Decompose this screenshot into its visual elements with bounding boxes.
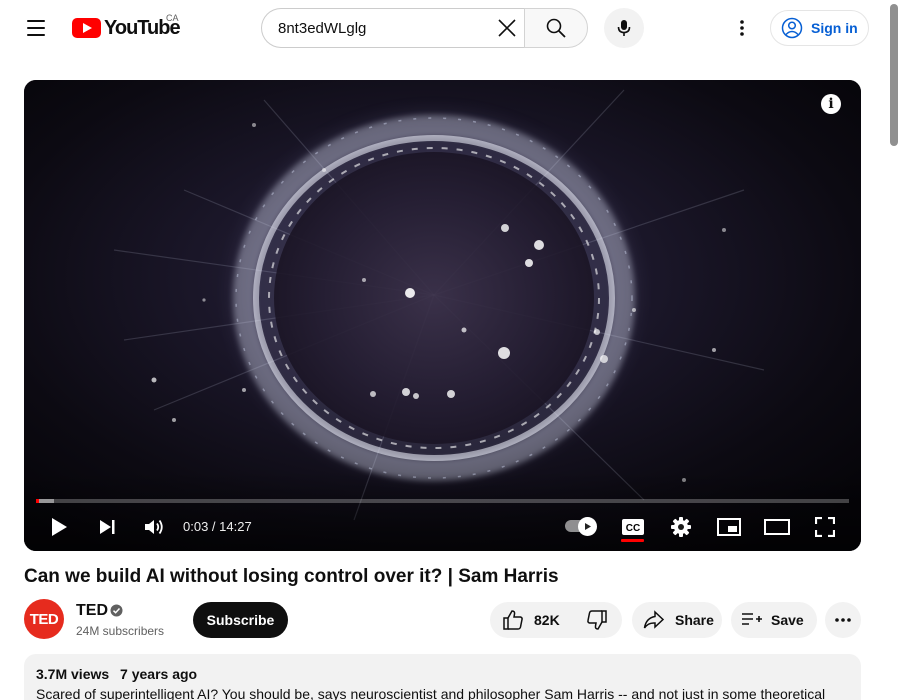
- share-icon: [643, 610, 665, 629]
- dislike-icon: [586, 610, 607, 630]
- description-text: Scared of superintelligent AI? You shoul…: [36, 686, 826, 700]
- save-icon: [742, 613, 762, 625]
- settings-icon: [671, 517, 691, 537]
- theater-mode-button[interactable]: [761, 512, 793, 542]
- more-vert-icon: [740, 20, 744, 36]
- autoplay-icon[interactable]: [578, 517, 597, 536]
- time-display: 0:03 / 14:27: [183, 519, 252, 534]
- theater-icon: [764, 519, 790, 535]
- scrollbar-thumb[interactable]: [890, 4, 898, 146]
- play-icon: [52, 518, 67, 536]
- description-stats: 3.7M views 7 years ago: [36, 666, 849, 682]
- channel-name[interactable]: TED: [76, 602, 108, 620]
- svg-text:CC: CC: [626, 523, 640, 534]
- youtube-logo[interactable]: YouTube: [72, 16, 181, 40]
- progress-played: [36, 499, 40, 503]
- search-input[interactable]: [278, 9, 488, 47]
- sign-in-label: Sign in: [811, 20, 858, 36]
- subscriber-count: 24M subscribers: [76, 624, 165, 638]
- voice-search-button[interactable]: [604, 8, 644, 48]
- dislike-button[interactable]: [571, 602, 622, 638]
- share-button[interactable]: Share: [632, 602, 722, 638]
- more-actions-button[interactable]: [825, 602, 861, 638]
- upload-age: 7 years ago: [120, 666, 198, 682]
- search-box: [261, 8, 525, 48]
- page-scrollbar[interactable]: [888, 0, 900, 700]
- info-icon[interactable]: i: [821, 94, 841, 114]
- miniplayer-icon: [717, 518, 741, 536]
- video-player[interactable]: i 0:03 / 14:27 CC: [24, 80, 861, 551]
- settings-button[interactable]: [665, 512, 697, 542]
- clear-icon[interactable]: [496, 17, 518, 39]
- cc-icon: CC: [622, 519, 644, 535]
- fullscreen-icon: [815, 517, 835, 537]
- fullscreen-button[interactable]: [809, 512, 841, 542]
- like-icon: [503, 610, 523, 630]
- more-horiz-icon: [835, 618, 851, 622]
- settings-menu-button[interactable]: [724, 10, 760, 46]
- description-box[interactable]: 3.7M views 7 years ago Scared of superin…: [24, 654, 861, 700]
- search-button[interactable]: [524, 8, 588, 48]
- like-count: 82K: [534, 612, 560, 628]
- progress-bar[interactable]: [36, 499, 849, 503]
- verified-icon: [110, 604, 123, 617]
- search-icon: [546, 18, 566, 38]
- subtitles-button[interactable]: CC: [618, 512, 648, 542]
- next-button[interactable]: [90, 512, 124, 542]
- masthead: YouTube CA Sign in: [0, 0, 900, 56]
- share-label: Share: [675, 612, 714, 628]
- view-count: 3.7M views: [36, 666, 110, 682]
- channel-avatar[interactable]: TED: [24, 599, 64, 639]
- video-title: Can we build AI without losing control o…: [24, 566, 559, 587]
- menu-icon[interactable]: [18, 10, 54, 46]
- region-code: CA: [166, 13, 179, 23]
- like-button[interactable]: 82K: [490, 602, 571, 638]
- subscribe-button[interactable]: Subscribe: [193, 602, 288, 638]
- sign-in-button[interactable]: Sign in: [770, 10, 869, 46]
- play-button[interactable]: [42, 512, 76, 542]
- cc-active-indicator: [621, 539, 644, 542]
- volume-icon: [145, 519, 163, 535]
- save-label: Save: [771, 612, 804, 628]
- youtube-logo-icon: [72, 18, 101, 38]
- mic-icon: [617, 20, 631, 36]
- volume-button[interactable]: [137, 512, 171, 542]
- account-icon: [781, 17, 803, 39]
- save-button[interactable]: Save: [731, 602, 817, 638]
- next-icon: [100, 520, 115, 534]
- miniplayer-button[interactable]: [713, 512, 745, 542]
